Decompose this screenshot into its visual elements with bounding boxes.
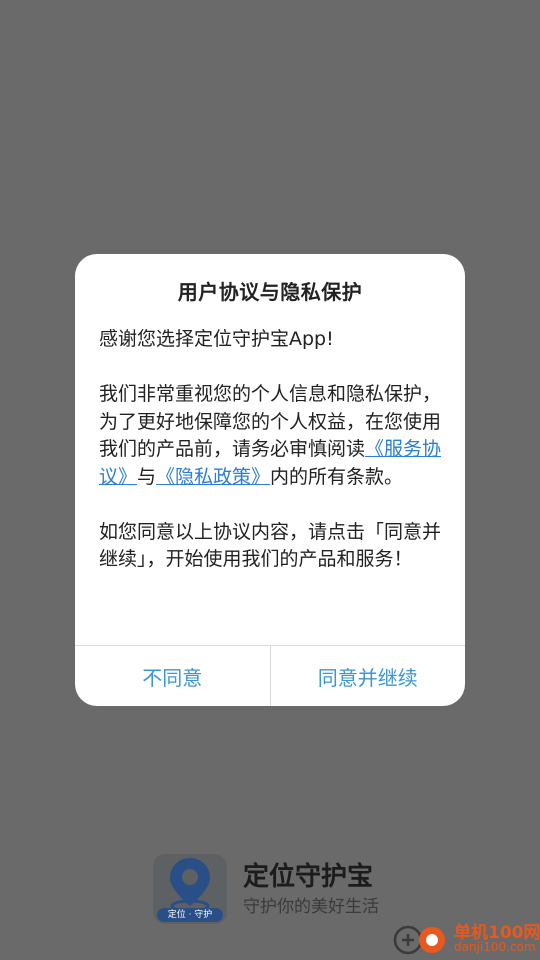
dialog-title: 用户协议与隐私保护 <box>177 280 363 304</box>
watermark-url: danji100.com <box>454 940 536 954</box>
app-name: 定位守护宝 <box>243 862 374 892</box>
logo-band-text: 定位 · 守护 <box>157 908 223 922</box>
disagree-button[interactable]: 不同意 <box>75 646 271 706</box>
paragraph-2-text-and: 与 <box>137 465 157 488</box>
agree-continue-button[interactable]: 同意并继续 <box>271 646 466 706</box>
dialog-paragraph-2: 我们非常重视您的个人信息和隐私保护，为了更好地保障您的个人权益，在您使用我们的产… <box>99 381 443 491</box>
dialog-paragraph-3: 如您同意以上协议内容，请点击「同意并继续」，开始使用我们的产品和服务！ <box>99 520 442 571</box>
watermark-logo-icon <box>393 925 445 955</box>
site-watermark: 单机100网 danji100.com <box>392 916 540 960</box>
agreement-dialog: 用户协议与隐私保护 感谢您选择定位守护宝App! 我们非常重视您的个人信息和隐私… <box>75 254 465 706</box>
app-slogan: 守护你的美好生活 <box>243 897 379 917</box>
dialog-intro: 感谢您选择定位守护宝App! <box>99 328 334 350</box>
dialog-body: 感谢您选择定位守护宝App! 我们非常重视您的个人信息和隐私保护，为了更好地保障… <box>99 326 443 574</box>
dialog-button-row: 不同意 同意并继续 <box>75 645 465 706</box>
privacy-policy-link[interactable]: 《隐私政策》 <box>156 466 270 488</box>
paragraph-2-text-after: 内的所有条款。 <box>270 465 404 488</box>
app-logo: 定位 · 守护 <box>153 854 227 924</box>
splash-brand: 定位 · 守护 定位守护宝 守护你的美好生活 <box>153 848 413 928</box>
